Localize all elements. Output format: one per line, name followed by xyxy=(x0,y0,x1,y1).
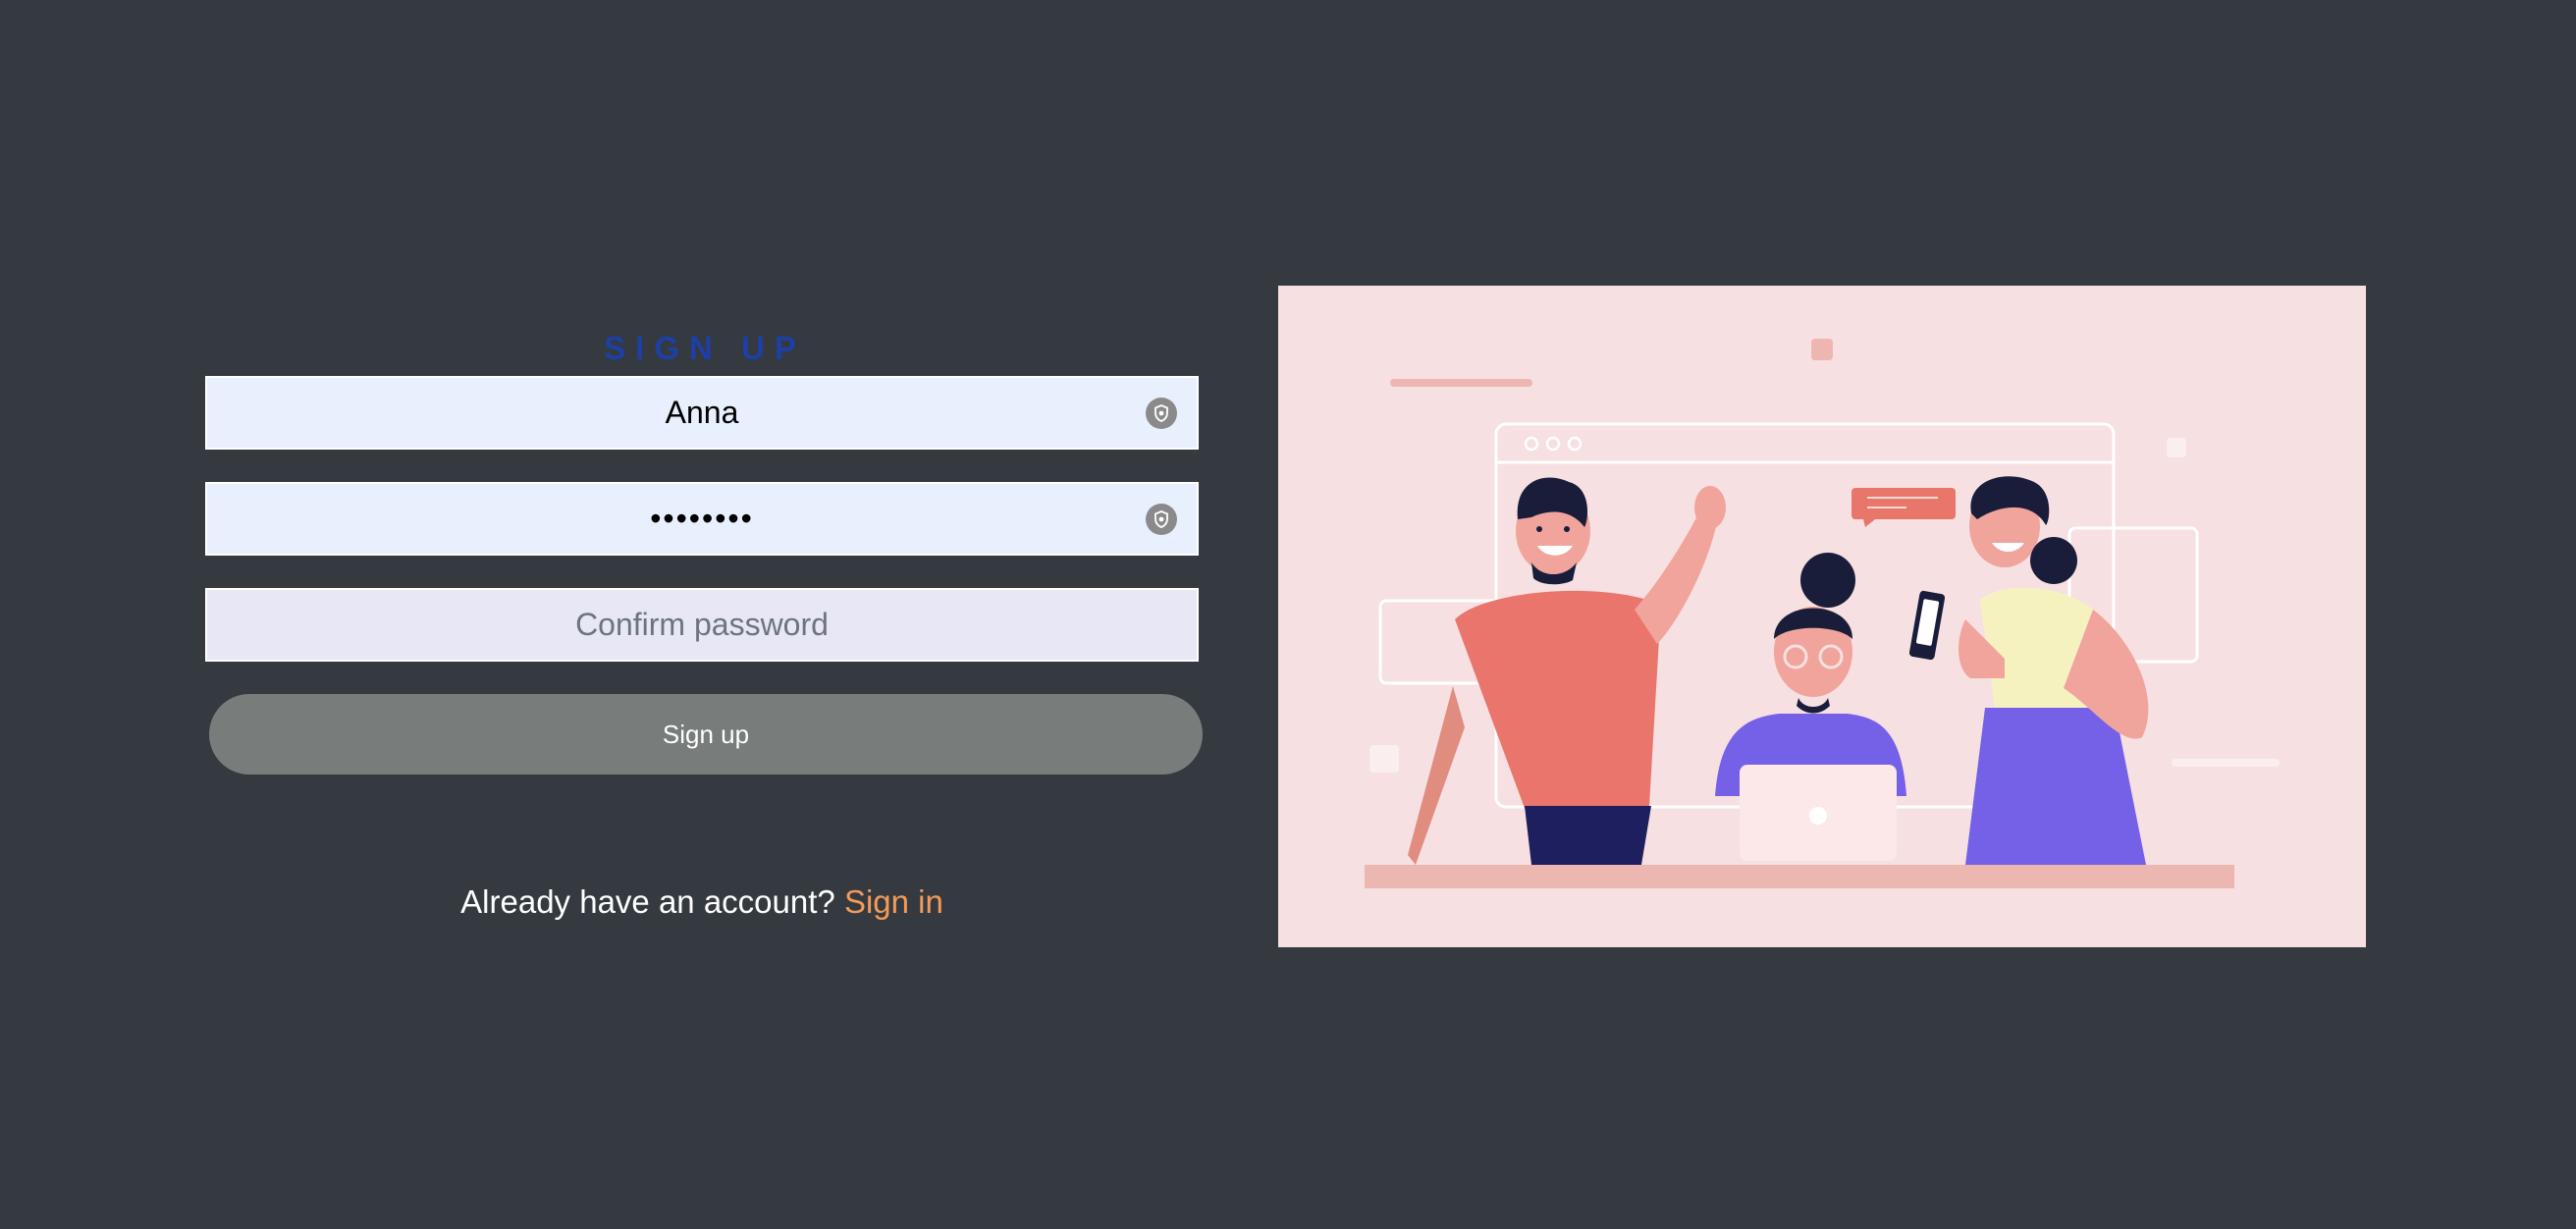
username-field[interactable] xyxy=(205,376,1199,450)
confirm-password-field[interactable] xyxy=(205,588,1199,662)
password-input[interactable] xyxy=(207,484,1197,554)
sign-in-prompt-text: Already have an account? xyxy=(460,883,835,920)
signup-page: SIGN UP Sign up Alrea xyxy=(0,0,2576,1229)
sign-in-link[interactable]: Sign in xyxy=(844,883,943,920)
signup-form: SIGN UP Sign up Alrea xyxy=(205,324,1205,920)
username-input[interactable] xyxy=(207,378,1197,448)
sign-up-button[interactable]: Sign up xyxy=(209,694,1203,775)
page-title: SIGN UP xyxy=(604,330,806,366)
team-illustration xyxy=(1278,286,2366,947)
sign-in-prompt: Already have an account? Sign in xyxy=(205,883,1199,921)
confirm-password-input[interactable] xyxy=(207,590,1197,660)
shield-icon[interactable] xyxy=(1146,503,1177,535)
shield-icon[interactable] xyxy=(1146,397,1177,429)
team-illustration-art xyxy=(1278,286,2366,947)
password-field[interactable] xyxy=(205,482,1199,556)
